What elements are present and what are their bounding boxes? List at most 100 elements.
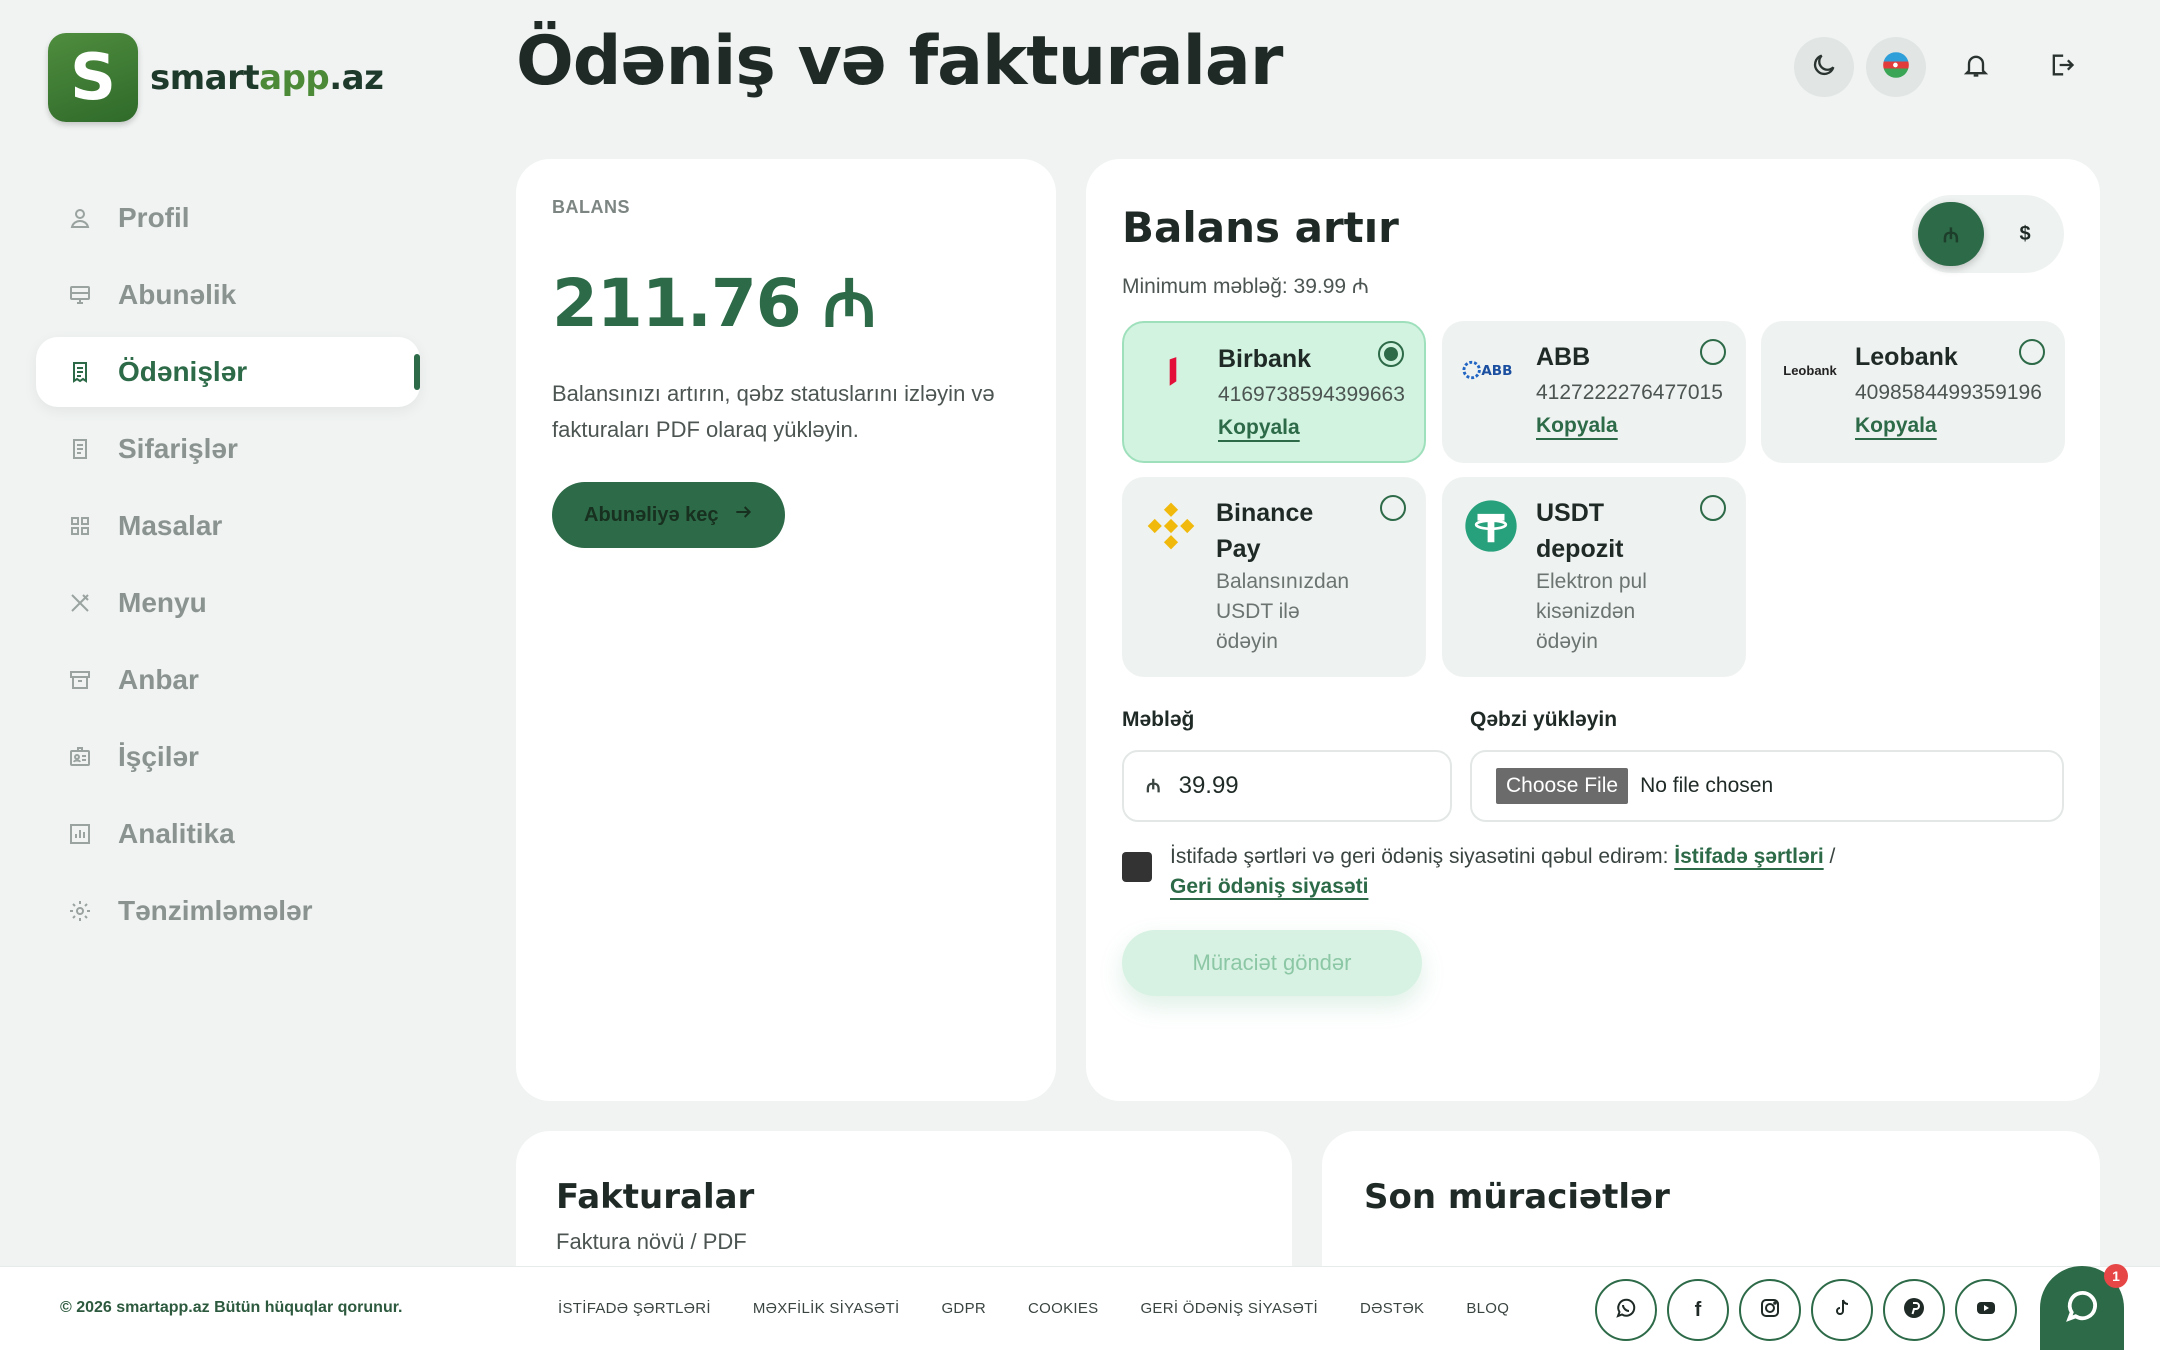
receipt-icon: [68, 360, 92, 384]
receipt-file-field[interactable]: Choose File No file chosen: [1470, 750, 2064, 822]
copyright: © 2026 smartapp.az Bütün hüquqlar qorunu…: [60, 1299, 403, 1316]
card-number: 4127222276477015: [1536, 381, 1723, 404]
brand-name: smartapp.az: [150, 57, 384, 98]
sidebar-item-label: Ödənişlər: [118, 356, 248, 387]
currency-usd-option[interactable]: $: [1992, 202, 2058, 266]
sidebar-item-tenzimlemeler[interactable]: Tənzimləmələr: [36, 876, 420, 946]
invoices-subtitle: Faktura növü / PDF: [556, 1229, 747, 1254]
sidebar-item-profil[interactable]: Profil: [36, 183, 420, 253]
logout-icon: [2048, 51, 2076, 84]
footer-link-privacy[interactable]: MƏXFİLİK SİYASƏTİ: [753, 1300, 900, 1317]
birbank-logo-icon: [1144, 345, 1202, 399]
pinterest-button[interactable]: [1883, 1279, 1945, 1341]
sidebar-item-anbar[interactable]: Anbar: [36, 645, 420, 715]
chat-unread-badge: 1: [2104, 1264, 2128, 1288]
instagram-icon: [1758, 1296, 1782, 1325]
method-radio[interactable]: [1700, 495, 1726, 521]
refund-policy-link[interactable]: Geri ödəniş siyasəti: [1170, 875, 1368, 898]
grid-icon: [68, 514, 92, 538]
page-title: Ödəniş və fakturalar: [516, 22, 1283, 101]
sidebar-item-label: Profil: [118, 202, 190, 233]
footer-link-refund[interactable]: GERİ ÖDƏNİŞ SİYASƏTİ: [1140, 1300, 1318, 1317]
method-abb[interactable]: ABB ABB 4127222276477015 Kopyala: [1442, 321, 1746, 463]
submit-request-button[interactable]: Müraciət göndər: [1122, 930, 1422, 996]
receipt-label: Qəbzi yükləyin: [1470, 708, 1618, 731]
order-icon: [68, 437, 92, 461]
notifications-button[interactable]: [1946, 37, 2006, 97]
logout-button[interactable]: [2032, 37, 2092, 97]
terms-row: İstifadə şərtləri və geri ödəniş siyasət…: [1122, 842, 2022, 902]
chat-bubble-icon: [2063, 1287, 2101, 1330]
monitor-icon: [68, 283, 92, 307]
footer-link-blog[interactable]: BLOQ: [1466, 1300, 1509, 1317]
method-radio[interactable]: [1378, 341, 1404, 367]
terms-link[interactable]: İstifadə şərtləri: [1674, 845, 1823, 868]
sidebar-item-abunelik[interactable]: Abunəlik: [36, 260, 420, 330]
language-button[interactable]: [1866, 37, 1926, 97]
invoices-title: Fakturalar: [556, 1177, 755, 1217]
sidebar-nav: Profil Abunəlik Ödənişlər Sifarişlər Mas…: [36, 183, 420, 953]
bell-icon: [1962, 51, 1990, 84]
method-desc: ödəyin: [1536, 630, 1598, 653]
sidebar-item-label: İşçilər: [118, 741, 199, 772]
amount-label: Məbləğ: [1122, 708, 1195, 731]
sidebar-item-label: Masalar: [118, 510, 223, 541]
archive-icon: [68, 668, 92, 692]
method-radio[interactable]: [1380, 495, 1406, 521]
sidebar-item-label: Menyu: [118, 587, 207, 618]
brand-logo[interactable]: S smartapp.az: [48, 33, 384, 122]
sidebar-item-isciler[interactable]: İşçilər: [36, 722, 420, 792]
amount-input[interactable]: [1178, 772, 1379, 800]
sidebar-item-masalar[interactable]: Masalar: [36, 491, 420, 561]
method-desc: Elektron pul: [1536, 570, 1647, 593]
terms-checkbox[interactable]: [1122, 852, 1152, 882]
footer-link-support[interactable]: DƏSTƏK: [1360, 1300, 1424, 1317]
method-birbank[interactable]: Birbank 4169738594399663 Kopyala: [1122, 321, 1426, 463]
method-radio[interactable]: [2019, 339, 2045, 365]
copy-link[interactable]: Kopyala: [1536, 411, 1746, 441]
method-desc: kisənizdən: [1536, 600, 1636, 623]
method-leobank[interactable]: Leobank Leobank 4098584499359196 Kopyala: [1761, 321, 2065, 463]
utensils-icon: [68, 591, 92, 615]
method-name: depozit: [1536, 535, 1624, 563]
abb-logo-icon: ABB: [1462, 343, 1520, 397]
currency-azn-option[interactable]: ₼: [1918, 202, 1984, 266]
footer-link-gdpr[interactable]: GDPR: [941, 1300, 986, 1317]
method-desc: Balansınızdan: [1216, 570, 1350, 593]
binance-logo-icon: [1142, 499, 1200, 553]
terms-text: İstifadə şərtləri və geri ödəniş siyasət…: [1170, 845, 1836, 898]
method-radio[interactable]: [1700, 339, 1726, 365]
method-binance-pay[interactable]: Binance Pay Balansınızdan USDT ilə ödəyi…: [1122, 477, 1426, 677]
theme-toggle-button[interactable]: [1794, 37, 1854, 97]
sidebar-item-sifarisler[interactable]: Sifarişlər: [36, 414, 420, 484]
moon-icon: [1810, 51, 1838, 84]
sidebar-item-analitika[interactable]: Analitika: [36, 799, 420, 869]
arrow-right-icon: [719, 502, 753, 528]
instagram-button[interactable]: [1739, 1279, 1801, 1341]
choose-file-button[interactable]: Choose File: [1496, 768, 1629, 804]
copy-link[interactable]: Kopyala: [1218, 413, 1424, 443]
method-name: Pay: [1216, 535, 1261, 563]
sidebar-item-label: Anbar: [118, 664, 199, 695]
footer: © 2026 smartapp.az Bütün hüquqlar qorunu…: [0, 1266, 2160, 1350]
currency-icon: ₼: [1146, 776, 1161, 796]
method-usdt-deposit[interactable]: USDT depozit Elektron pul kisənizdən ödə…: [1442, 477, 1746, 677]
tether-logo-icon: [1462, 499, 1520, 553]
footer-links: İSTİFADƏ ŞƏRTLƏRİ MƏXFİLİK SİYASƏTİ GDPR…: [558, 1300, 1551, 1317]
whatsapp-button[interactable]: [1595, 1279, 1657, 1341]
balance-card: BALANS 211.76 ₼ Balansınızı artırın, qəb…: [516, 159, 1056, 1101]
go-to-subscription-button[interactable]: Abunəliyə keç: [552, 482, 785, 548]
youtube-button[interactable]: [1955, 1279, 2017, 1341]
copy-link[interactable]: Kopyala: [1855, 411, 2065, 441]
footer-link-cookies[interactable]: COOKIES: [1028, 1300, 1098, 1317]
facebook-button[interactable]: f: [1667, 1279, 1729, 1341]
chart-icon: [68, 822, 92, 846]
tiktok-icon: [1830, 1296, 1854, 1325]
currency-toggle: ₼ $: [1912, 195, 2064, 273]
sidebar-item-odenisler[interactable]: Ödənişlər: [36, 337, 420, 407]
sidebar-item-menyu[interactable]: Menyu: [36, 568, 420, 638]
tiktok-button[interactable]: [1811, 1279, 1873, 1341]
amount-field[interactable]: ₼: [1122, 750, 1452, 822]
footer-link-terms[interactable]: İSTİFADƏ ŞƏRTLƏRİ: [558, 1300, 711, 1317]
method-desc: ödəyin: [1216, 630, 1278, 653]
